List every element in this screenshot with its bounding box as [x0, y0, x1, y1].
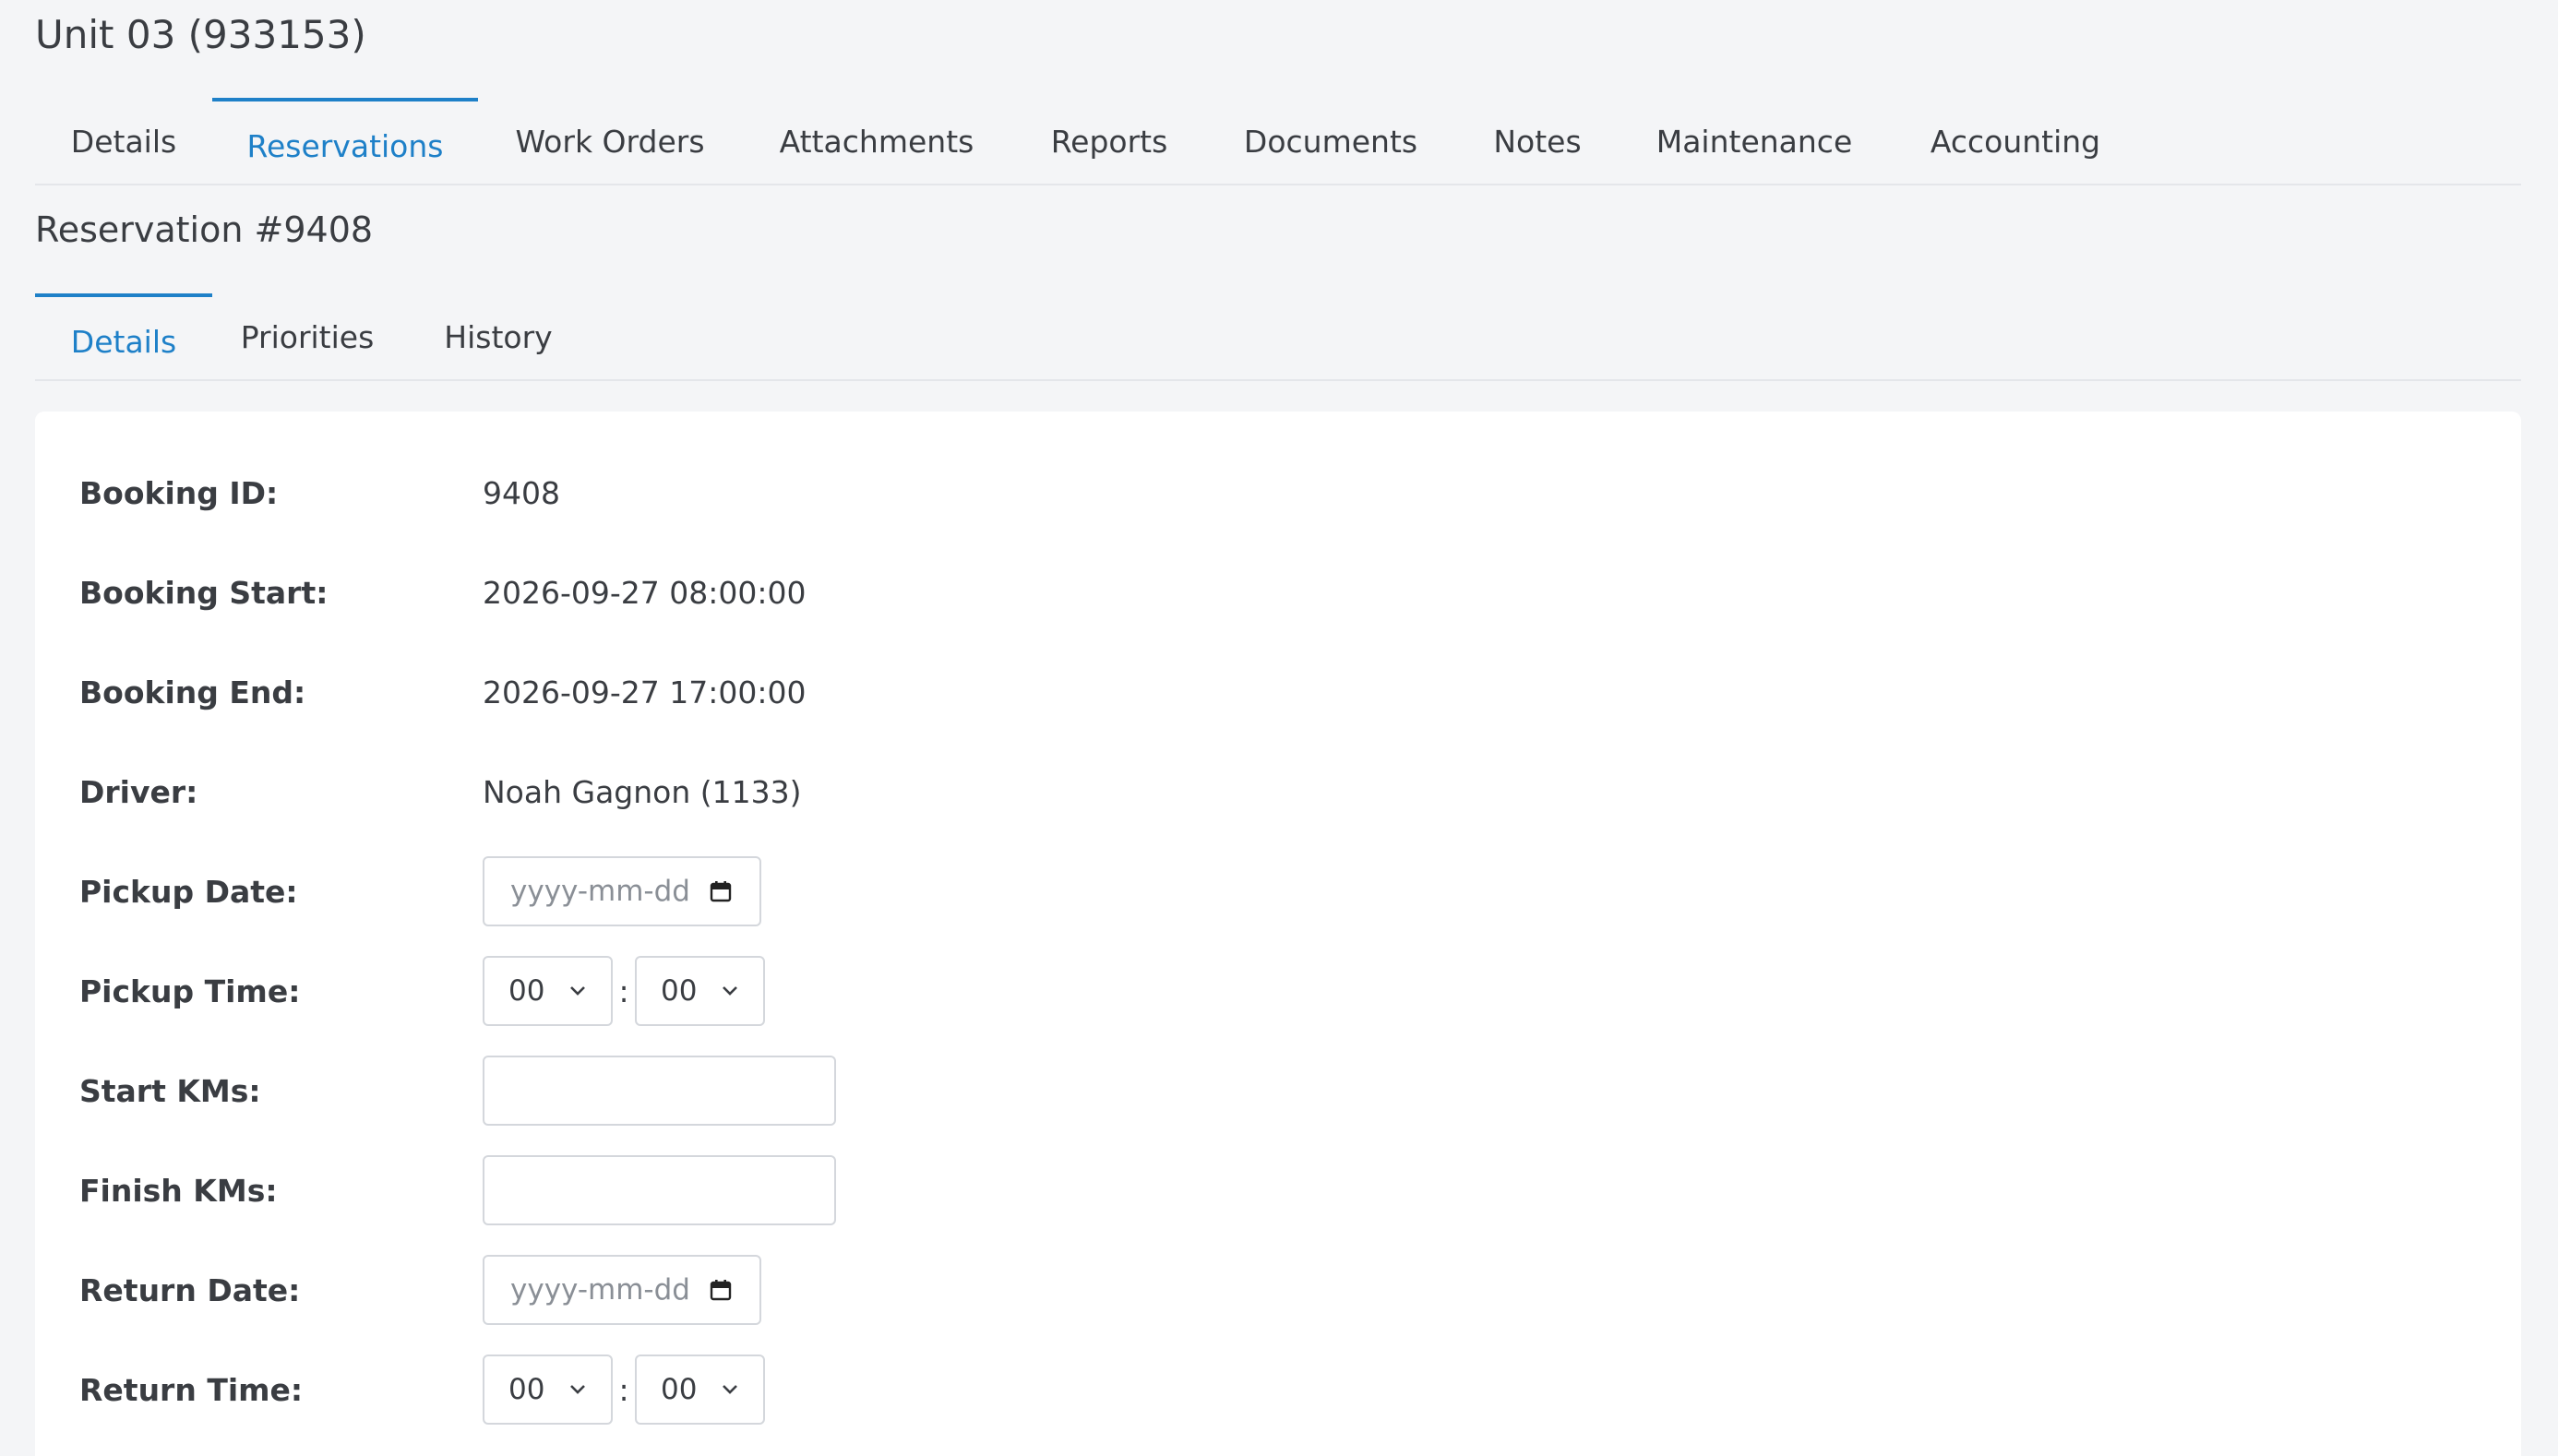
pickup-date-input[interactable]: yyyy-mm-dd: [483, 856, 761, 926]
chevron-down-icon: [721, 1383, 739, 1396]
reservation-details-card: Booking ID: 9408 Booking Start: 2026-09-…: [35, 412, 2521, 1456]
pickup-hour-select[interactable]: 00: [483, 956, 613, 1026]
finish-kms-row: Finish KMs:: [79, 1155, 1464, 1225]
booking-start-value: 2026-09-27 08:00:00: [483, 574, 807, 611]
booking-end-label: Booking End:: [79, 674, 306, 710]
tab-maintenance[interactable]: Maintenance: [1620, 98, 1888, 185]
start-kms-row: Start KMs:: [79, 1056, 1464, 1126]
pickup-date-label: Pickup Date:: [79, 873, 298, 910]
main-tabbar: Details Reservations Work Orders Attachm…: [35, 98, 2521, 185]
page: Unit 03 (933153) Details Reservations Wo…: [0, 0, 2558, 1456]
chevron-down-icon: [568, 1383, 587, 1396]
pickup-date-row: Pickup Date: yyyy-mm-dd: [79, 856, 1464, 926]
return-date-label: Return Date:: [79, 1271, 301, 1308]
chevron-down-icon: [721, 985, 739, 997]
tab-accounting[interactable]: Accounting: [1888, 98, 2143, 185]
return-time-row: Return Time: 00 : 00: [79, 1355, 1464, 1425]
return-time-separator: :: [618, 1371, 629, 1408]
tab-work-orders[interactable]: Work Orders: [478, 98, 742, 185]
subtab-details[interactable]: Details: [35, 293, 212, 381]
pickup-minute-select[interactable]: 00: [635, 956, 765, 1026]
subtab-history[interactable]: History: [402, 293, 594, 381]
driver-value: Noah Gagnon (1133): [483, 773, 802, 810]
driver-row: Driver: Noah Gagnon (1133): [79, 757, 1464, 827]
calendar-icon[interactable]: [710, 1279, 732, 1301]
pickup-time-label: Pickup Time:: [79, 973, 301, 1009]
return-date-input[interactable]: yyyy-mm-dd: [483, 1255, 761, 1325]
finish-kms-input[interactable]: [483, 1155, 836, 1225]
booking-end-row: Booking End: 2026-09-27 17:00:00: [79, 657, 1464, 727]
chevron-down-icon: [568, 985, 587, 997]
return-time-label: Return Time:: [79, 1371, 304, 1408]
finish-kms-label: Finish KMs:: [79, 1172, 278, 1209]
pickup-time-row: Pickup Time: 00 : 00: [79, 956, 1464, 1026]
subtab-priorities[interactable]: Priorities: [212, 293, 402, 381]
return-date-placeholder: yyyy-mm-dd: [510, 1273, 690, 1307]
pickup-time-separator: :: [618, 973, 629, 1009]
calendar-icon[interactable]: [710, 880, 732, 902]
return-minute-select[interactable]: 00: [635, 1355, 765, 1425]
driver-label: Driver:: [79, 773, 198, 810]
tab-details[interactable]: Details: [35, 98, 212, 185]
booking-end-value: 2026-09-27 17:00:00: [483, 674, 807, 710]
booking-id-label: Booking ID:: [79, 474, 279, 511]
return-hour-value: 00: [508, 1373, 545, 1406]
tab-notes[interactable]: Notes: [1454, 98, 1620, 185]
reservation-subtabbar: Details Priorities History: [35, 293, 2521, 381]
pickup-minute-value: 00: [661, 974, 698, 1008]
start-kms-label: Start KMs:: [79, 1072, 261, 1109]
booking-id-value: 9408: [483, 474, 560, 511]
pickup-hour-value: 00: [508, 974, 545, 1008]
booking-id-row: Booking ID: 9408: [79, 458, 1464, 528]
pickup-time-group: 00 : 00: [483, 956, 765, 1026]
booking-start-label: Booking Start:: [79, 574, 329, 611]
start-kms-input[interactable]: [483, 1056, 836, 1126]
tab-reservations[interactable]: Reservations: [212, 98, 478, 185]
return-date-row: Return Date: yyyy-mm-dd: [79, 1255, 1464, 1325]
return-hour-select[interactable]: 00: [483, 1355, 613, 1425]
pickup-date-placeholder: yyyy-mm-dd: [510, 875, 690, 908]
tab-documents[interactable]: Documents: [1207, 98, 1454, 185]
booking-start-row: Booking Start: 2026-09-27 08:00:00: [79, 557, 1464, 627]
reservation-title: Reservation #9408: [35, 209, 374, 250]
tab-attachments[interactable]: Attachments: [742, 98, 1011, 185]
return-minute-value: 00: [661, 1373, 698, 1406]
return-time-group: 00 : 00: [483, 1355, 765, 1425]
unit-title: Unit 03 (933153): [35, 12, 366, 57]
tab-reports[interactable]: Reports: [1011, 98, 1207, 185]
